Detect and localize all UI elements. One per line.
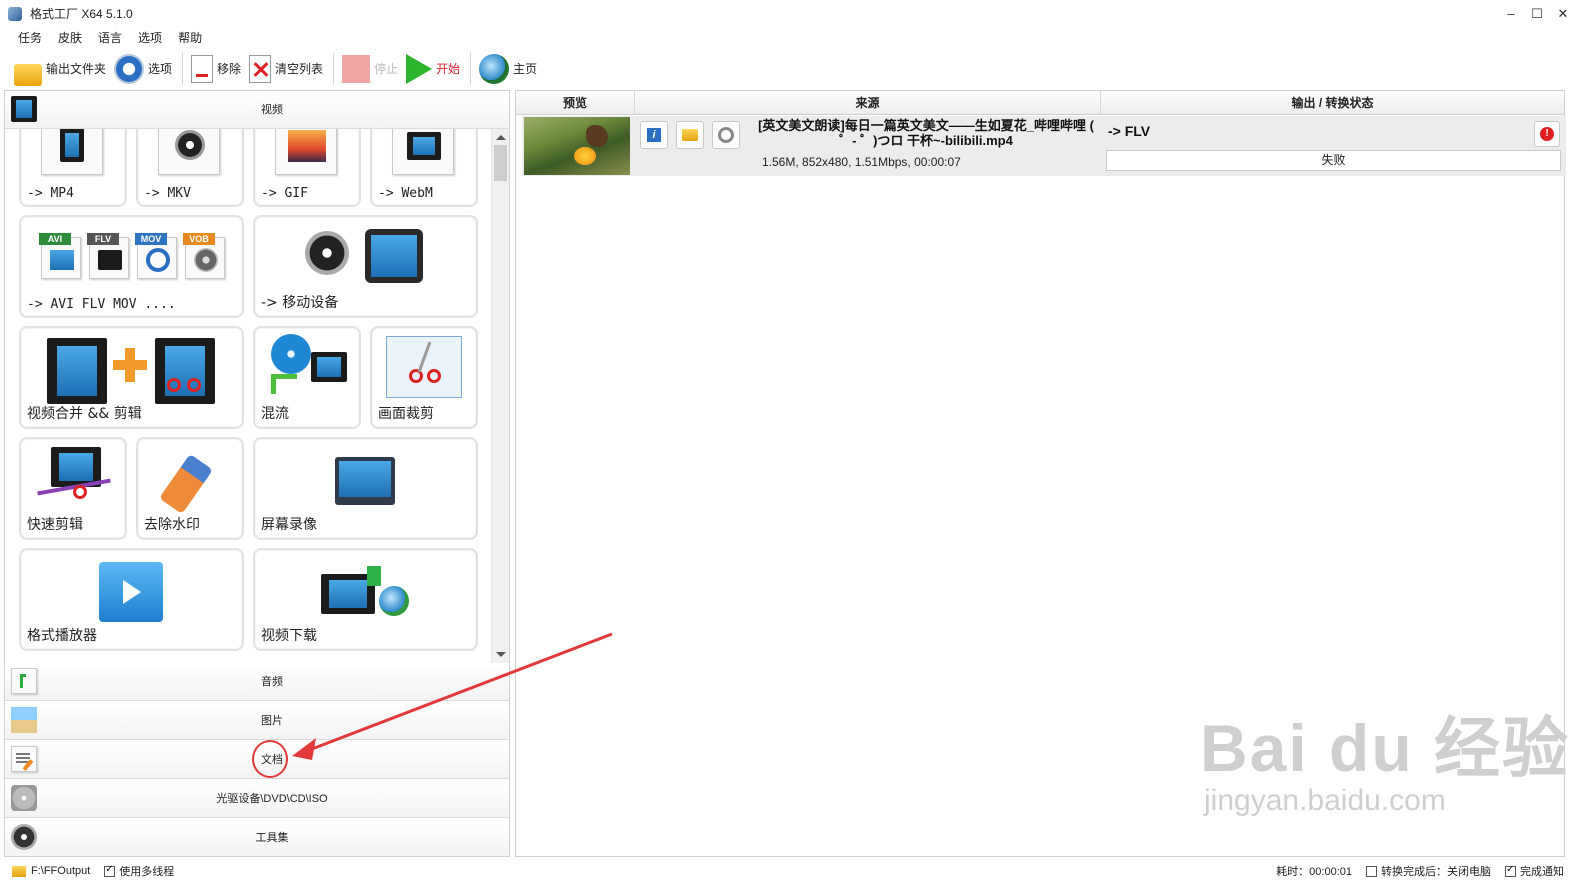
- after-convert-label: 转换完成后：关闭电脑: [1381, 866, 1491, 878]
- elapsed-time: 耗时：00:00:01: [1276, 866, 1352, 878]
- multithread-label: 使用多线程: [119, 866, 175, 878]
- output-path[interactable]: F:\FFOutput: [31, 865, 90, 877]
- notify-checkbox[interactable]: [1505, 864, 1516, 877]
- output-folder-icon: [12, 865, 26, 877]
- notify-label: 完成通知: [1520, 866, 1564, 878]
- status-bar: F:\FFOutput 使用多线程 耗时：00:00:01 转换完成后：关闭电脑…: [0, 857, 1584, 891]
- annotation-circle: [252, 740, 288, 778]
- after-convert-checkbox[interactable]: [1366, 865, 1377, 877]
- multithread-checkbox[interactable]: [104, 864, 116, 877]
- annotation-arrow: [292, 632, 613, 760]
